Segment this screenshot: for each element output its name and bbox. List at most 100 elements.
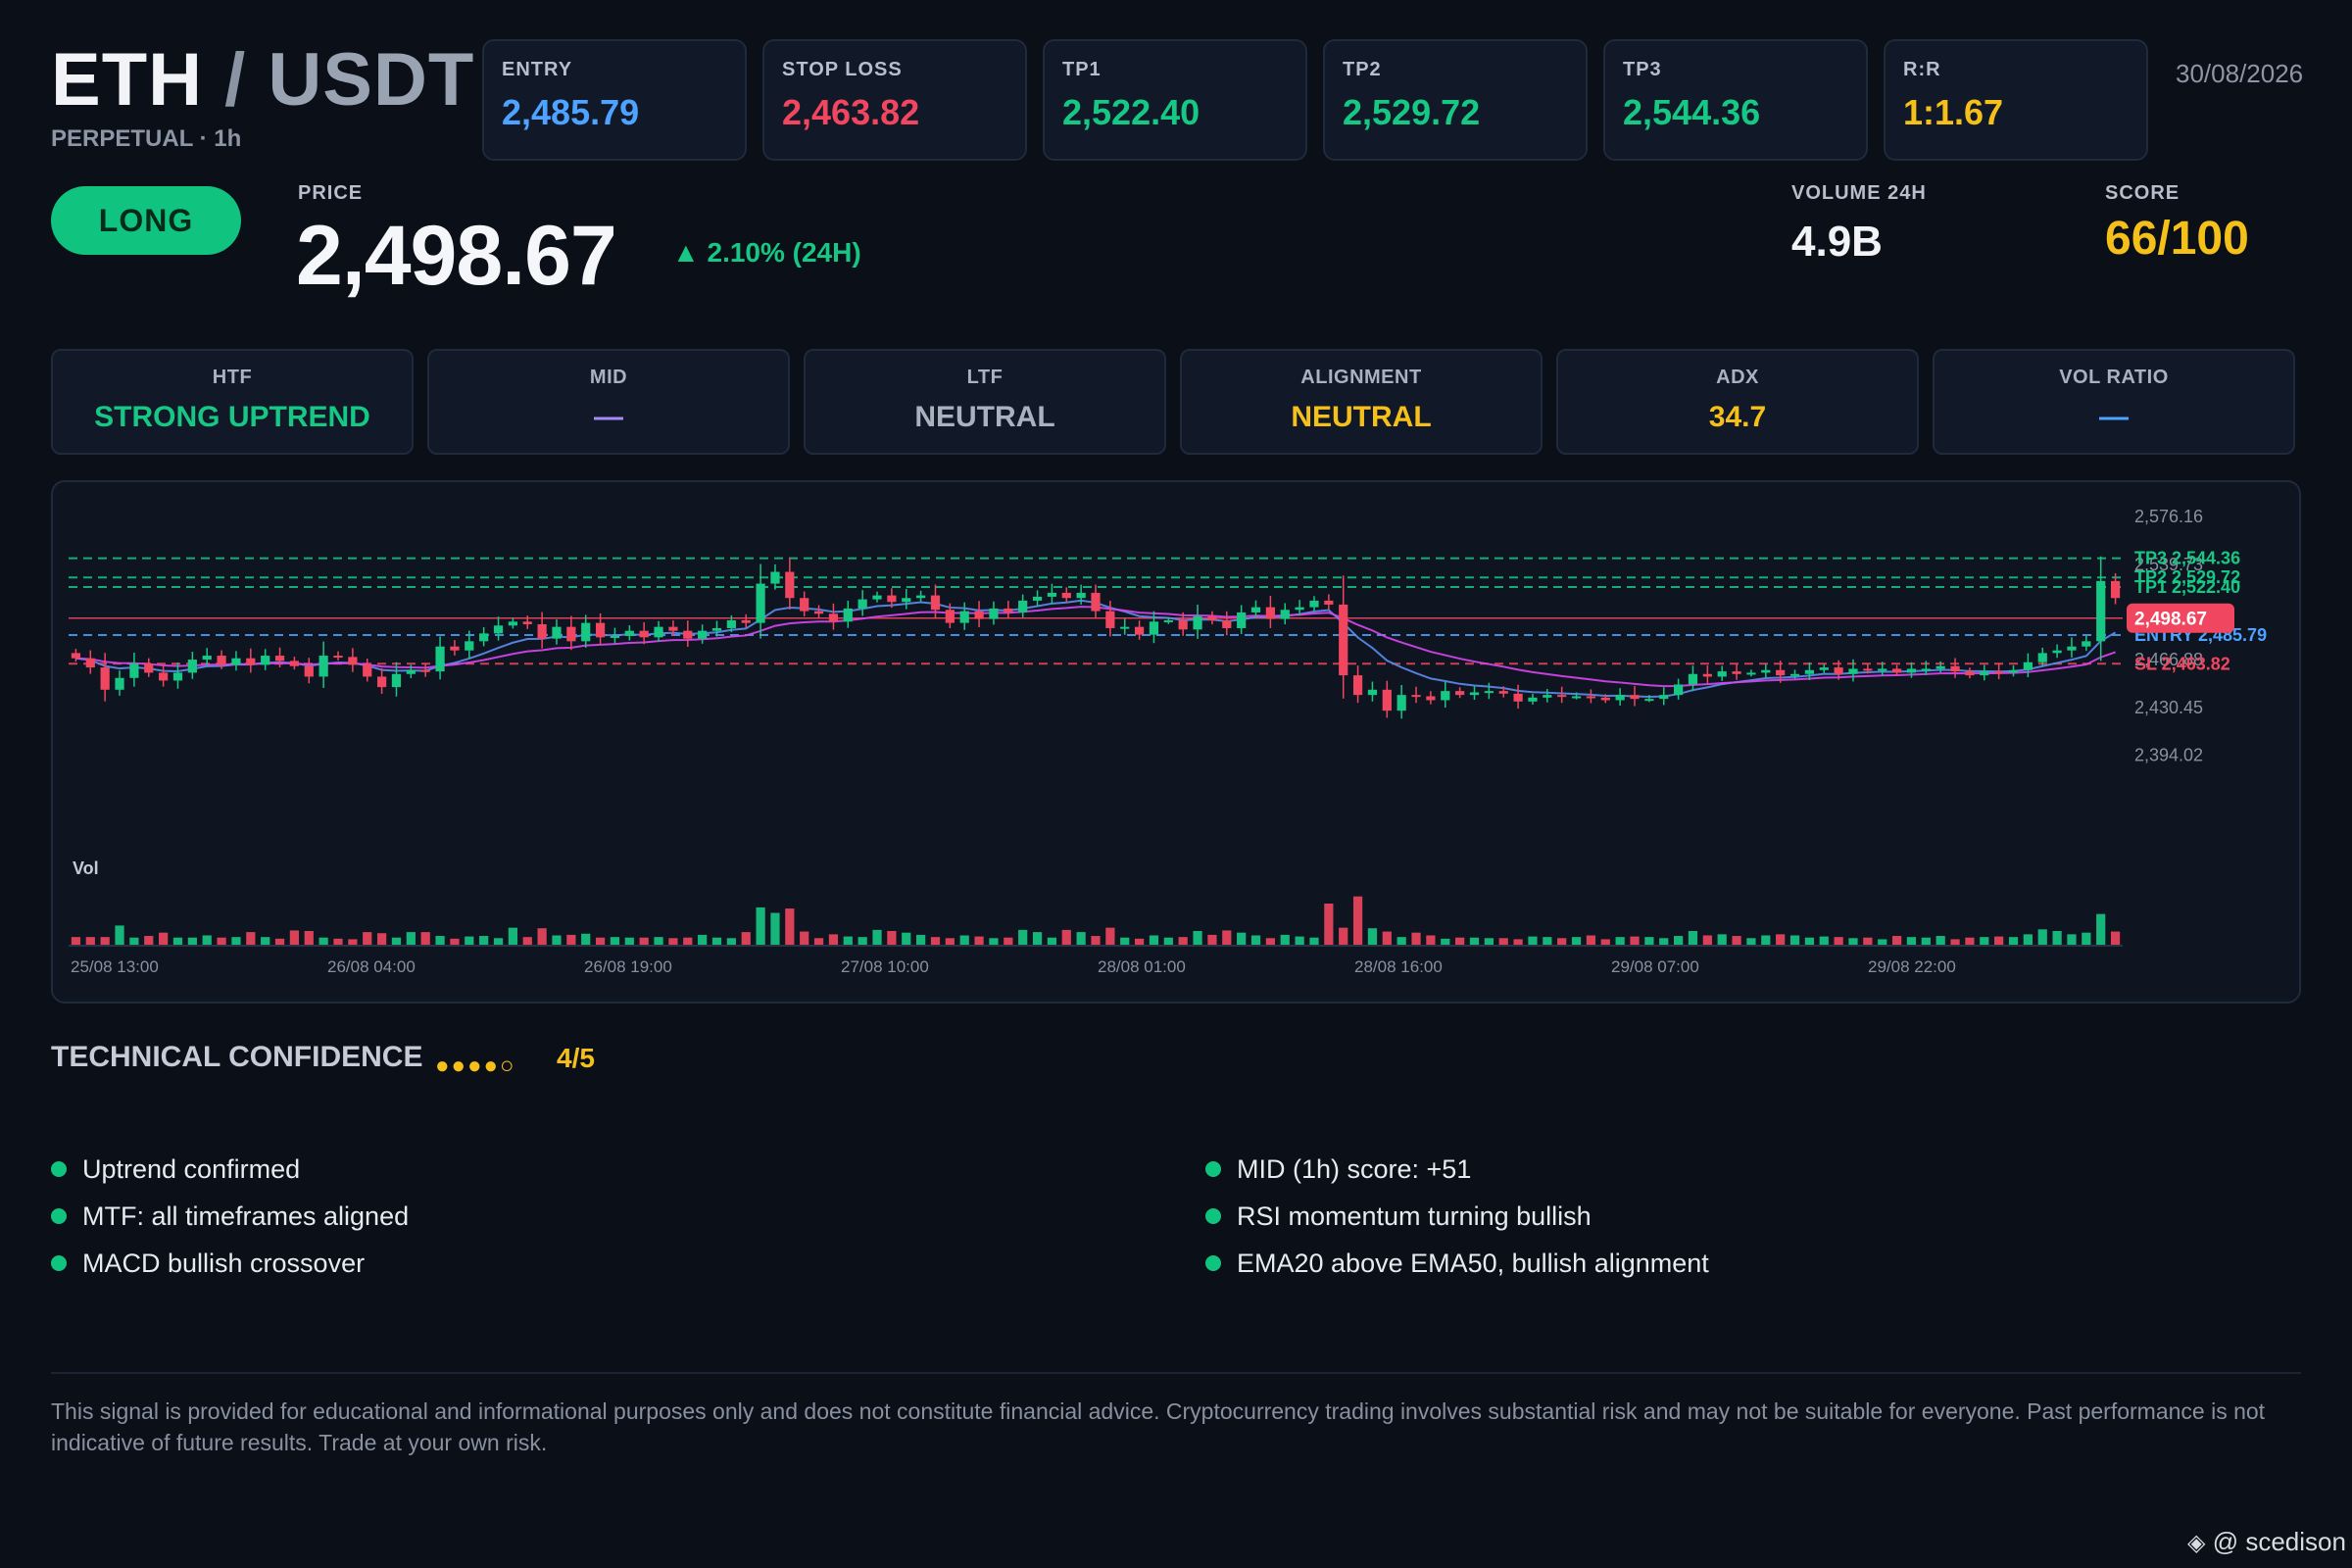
volume-bar — [450, 938, 460, 945]
volume-bar — [1936, 936, 1945, 945]
volume-bar — [698, 934, 708, 945]
volume-bar — [1834, 937, 1843, 945]
candle-body — [1789, 673, 1800, 676]
market-subtitle: PERPETUAL · 1h — [51, 125, 242, 152]
volume-bar — [1921, 937, 1931, 945]
candle-body — [1717, 671, 1727, 677]
candle-body — [1091, 592, 1101, 612]
candle-body — [1776, 669, 1786, 676]
volume-bar — [945, 938, 955, 945]
candle-body — [1250, 607, 1261, 612]
volume-bar — [1571, 937, 1582, 945]
candle-body — [1834, 667, 1843, 674]
candle-body — [756, 583, 765, 623]
volume-bar — [1557, 938, 1567, 945]
candle-body — [698, 630, 708, 639]
tp3-value: 2,544.36 — [1623, 92, 1761, 132]
candle-body — [741, 619, 751, 623]
volume-bar — [1396, 937, 1406, 945]
volume-bar — [1528, 936, 1538, 945]
candle-body — [1804, 669, 1815, 674]
reason-item: RSI momentum turning bullish — [1205, 1201, 1592, 1232]
reason-item: Uptrend confirmed — [51, 1154, 300, 1185]
candle-body — [1994, 671, 2004, 674]
candle-body — [1921, 668, 1931, 671]
volume-bar — [902, 932, 911, 945]
stop-loss-value: 2,463.82 — [782, 92, 920, 132]
candle-body — [2096, 580, 2106, 642]
reason-text: MACD bullish crossover — [82, 1249, 366, 1278]
volume-bar — [1659, 938, 1669, 945]
volume-bar — [1222, 930, 1232, 945]
mid-value: — — [594, 401, 623, 433]
candle-body — [1280, 610, 1290, 619]
candle-body — [1702, 673, 1712, 677]
volume-bar — [1018, 929, 1028, 945]
candle-body — [348, 657, 358, 665]
candle-body — [916, 595, 926, 599]
volume-bar — [391, 937, 402, 945]
volume-bar — [304, 931, 314, 945]
volume-bar — [654, 937, 663, 945]
candle-body — [1047, 592, 1057, 597]
candle-body — [1557, 695, 1567, 698]
volume-bar — [930, 937, 941, 945]
volume-bar — [376, 933, 387, 945]
reason-text: Uptrend confirmed — [82, 1154, 301, 1184]
candle-body — [508, 621, 517, 626]
volume-bar — [1906, 937, 1917, 945]
divider — [51, 1372, 2301, 1374]
volume-bar — [1543, 937, 1552, 945]
volume-bar — [639, 937, 649, 945]
candle-body — [1105, 611, 1115, 628]
volume-bar — [2082, 932, 2091, 945]
candle-body — [1761, 669, 1771, 673]
candle-body — [1674, 684, 1684, 696]
stop-loss-card: STOP LOSS 2,463.82 — [762, 39, 1027, 161]
candle-body — [304, 665, 314, 677]
volume-bar — [1120, 937, 1130, 945]
candle-body — [2082, 641, 2091, 647]
candle-body — [1163, 619, 1173, 622]
candle-body — [1411, 695, 1421, 698]
volume-bar — [85, 937, 95, 945]
candle-body — [1498, 691, 1508, 694]
candle-body — [1644, 699, 1654, 702]
volume-bar — [493, 938, 504, 945]
candle-body — [1120, 626, 1130, 629]
candle-body — [1367, 689, 1378, 696]
price-change: ▲ 2.10% (24H) — [672, 237, 861, 268]
volume-bar — [1848, 938, 1858, 945]
volume-bar — [100, 937, 110, 945]
volume-value: 4.9B — [1791, 218, 1883, 266]
candle-body — [813, 611, 824, 614]
x-tick-label: 29/08 07:00 — [1611, 957, 1699, 976]
volume-bar — [144, 936, 154, 945]
x-tick-label: 27/08 10:00 — [841, 957, 929, 976]
candle-body — [435, 646, 445, 672]
candle-body — [420, 669, 430, 672]
x-tick-label: 29/08 22:00 — [1868, 957, 1956, 976]
candle-body — [1819, 667, 1829, 670]
volume-bar — [333, 938, 343, 945]
volume-label: VOLUME 24H — [1791, 182, 1927, 204]
candle-body — [318, 656, 328, 677]
candle-body — [274, 656, 285, 662]
candlestick-chart-svg: 2,576.162,539.732,503.302,466.882,430.45… — [69, 507, 2267, 976]
candle-body — [1863, 668, 1873, 671]
volume-bar — [624, 937, 634, 945]
candle-body — [231, 658, 241, 665]
price-value: 2,498.67 — [296, 209, 617, 303]
candle-body — [1324, 600, 1334, 605]
candle-body — [1352, 675, 1363, 696]
volume-bar — [813, 938, 824, 945]
candle-body — [1528, 697, 1538, 702]
candle-body — [858, 599, 867, 609]
volume-bar — [1630, 936, 1640, 945]
pair-separator: / — [224, 38, 247, 122]
candle-body — [989, 608, 999, 619]
tp3-label: TP3 — [1623, 59, 1662, 80]
candle-body — [1441, 691, 1450, 701]
volume-bar — [2110, 931, 2121, 945]
tp1-card: TP1 2,522.40 — [1043, 39, 1307, 161]
